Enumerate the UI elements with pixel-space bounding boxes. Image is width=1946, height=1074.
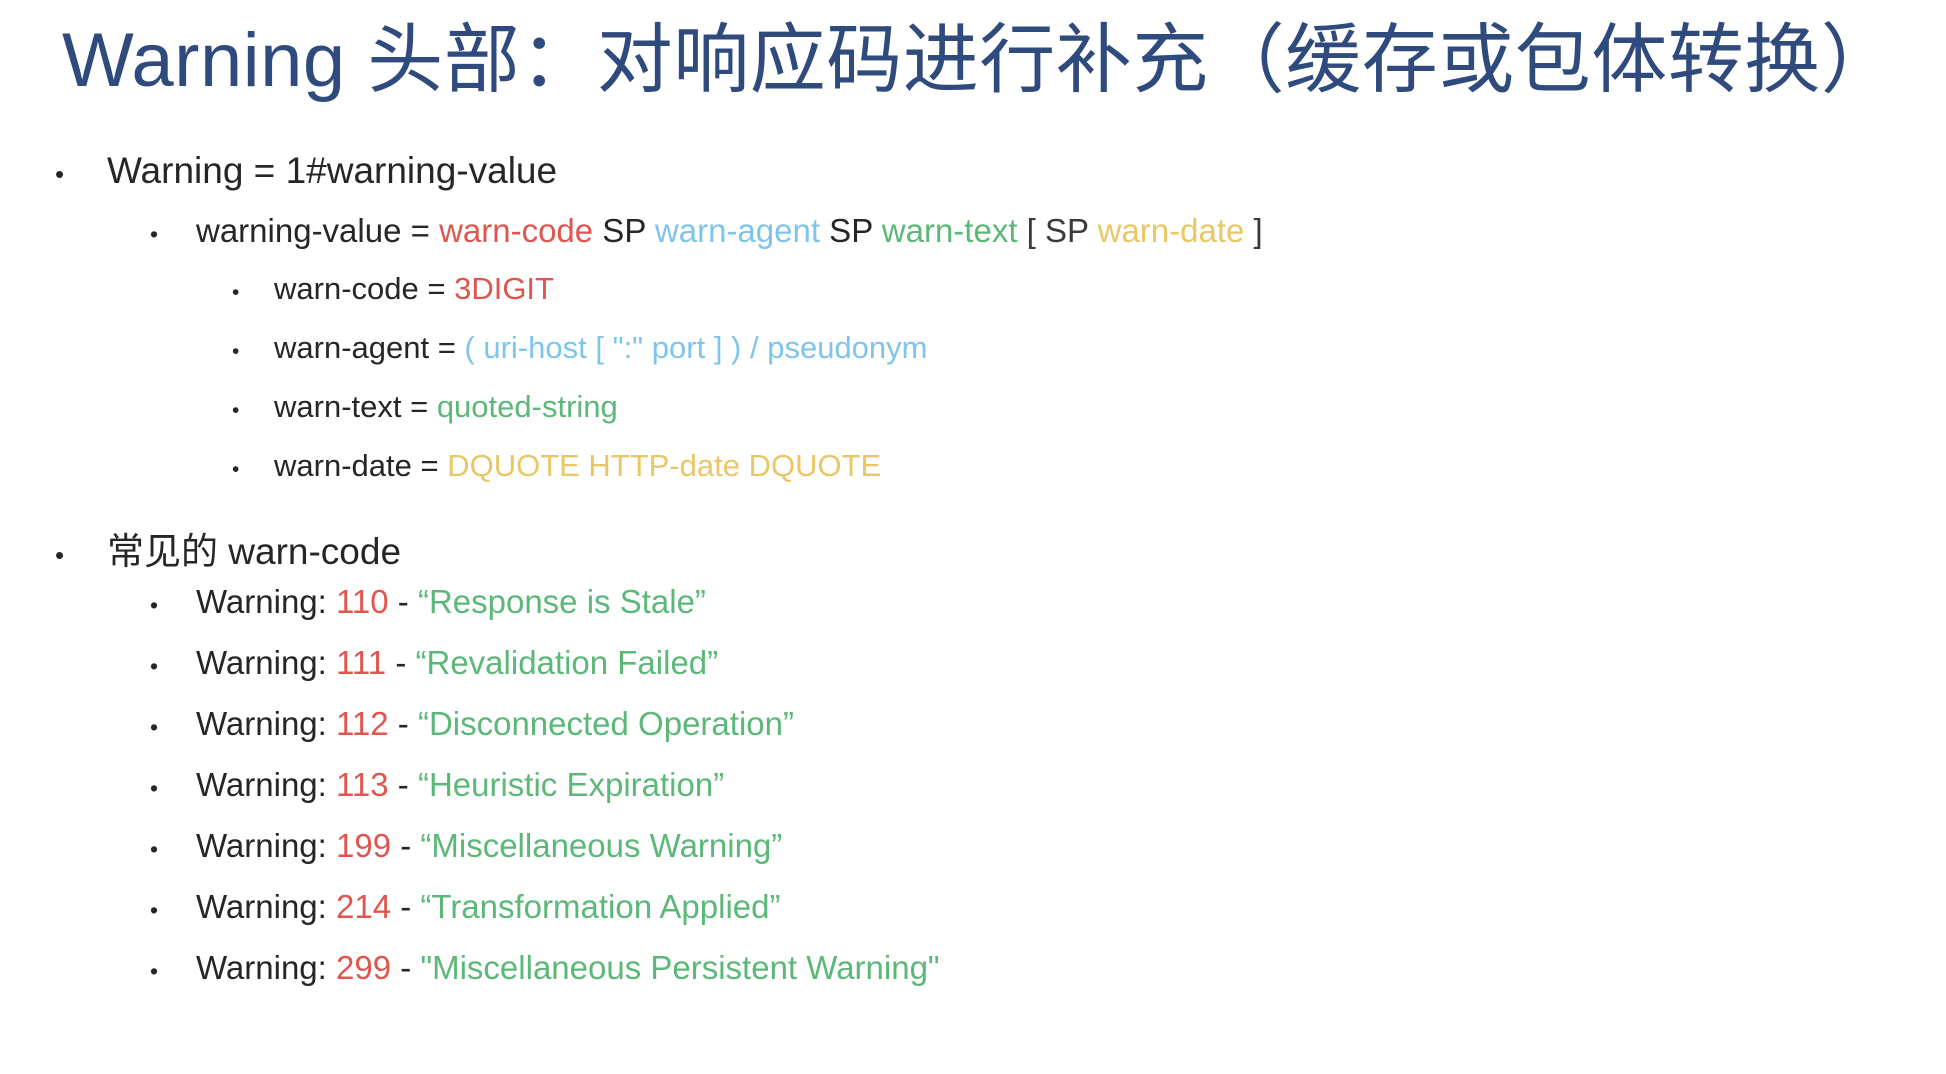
def-warn-agent-value: ( uri-host [ ":" port ] ) / pseudonym — [464, 330, 928, 365]
warning-code-line: Warning: 299 - "Miscellaneous Persistent… — [196, 949, 940, 987]
warning-code-prefix: Warning: — [196, 766, 336, 803]
token-sp-1: SP — [593, 212, 655, 249]
warning-code-message: “Revalidation Failed” — [415, 644, 719, 681]
warning-code-dash: - — [388, 705, 418, 742]
bullet-marker-icon: • — [150, 714, 159, 740]
list-item: • Warning: 299 - "Miscellaneous Persiste… — [0, 949, 1946, 1010]
def-warn-agent-prefix: warn-agent = — [274, 330, 465, 365]
warning-code-prefix: Warning: — [196, 583, 336, 620]
warning-code-line: Warning: 111 - “Revalidation Failed” — [196, 644, 718, 682]
bullet-marker-icon: • — [150, 653, 159, 679]
bullet-def-warn-text: • warn-text = quoted-string — [0, 389, 1946, 448]
bullet-def-warn-code: • warn-code = 3DIGIT — [0, 271, 1946, 330]
warning-code-prefix: Warning: — [196, 827, 336, 864]
warning-code-dash: - — [391, 827, 421, 864]
warning-code-line: Warning: 113 - “Heuristic Expiration” — [196, 766, 724, 804]
bullet-marker-icon: • — [55, 540, 65, 570]
token-sp-2: SP — [820, 212, 882, 249]
bullet-marker-icon: • — [150, 775, 159, 801]
warning-code-number: 110 — [336, 583, 389, 620]
token-warn-code: warn-code — [439, 212, 594, 249]
token-warn-agent: warn-agent — [654, 212, 821, 249]
def-warn-date-text: warn-date = DQUOTE HTTP-date DQUOTE — [274, 448, 881, 484]
warning-code-dash: - — [391, 888, 421, 925]
warning-value-prefix: warning-value = — [196, 212, 440, 249]
warning-code-number: 214 — [336, 888, 392, 925]
bullet-common-codes-heading: • 常见的 warn-code — [0, 521, 1946, 583]
warning-code-dash: - — [388, 583, 418, 620]
list-item: • Warning: 113 - “Heuristic Expiration” — [0, 766, 1946, 827]
bullet-marker-icon: • — [232, 458, 240, 481]
token-warn-date: warn-date — [1097, 212, 1245, 249]
def-warn-code-text: warn-code = 3DIGIT — [274, 271, 554, 307]
bullet-marker-icon: • — [232, 340, 240, 363]
bullet-warning-value-rule: • warning-value = warn-code SP warn-agen… — [0, 212, 1946, 271]
warning-code-number: 112 — [336, 705, 389, 742]
warning-code-line: Warning: 214 - “Transformation Applied” — [196, 888, 781, 926]
list-item: • Warning: 214 - “Transformation Applied… — [0, 888, 1946, 949]
warning-code-line: Warning: 110 - “Response is Stale” — [196, 583, 706, 621]
slide: Warning 头部：对响应码进行补充（缓存或包体转换） • Warning =… — [0, 0, 1946, 1074]
def-warn-date-prefix: warn-date = — [274, 448, 448, 483]
warning-code-line: Warning: 199 - “Miscellaneous Warning” — [196, 827, 782, 865]
bullet-def-warn-agent: • warn-agent = ( uri-host [ ":" port ] )… — [0, 330, 1946, 389]
warning-code-message: "Miscellaneous Persistent Warning" — [420, 949, 940, 986]
slide-body: • Warning = 1#warning-value • warning-va… — [0, 150, 1946, 1010]
def-warn-date-value: DQUOTE HTTP-date DQUOTE — [447, 448, 882, 483]
bullet-marker-icon: • — [232, 399, 240, 422]
page-title: Warning 头部：对响应码进行补充（缓存或包体转换） — [62, 18, 1898, 103]
def-warn-code-prefix: warn-code = — [274, 271, 455, 306]
bullet-marker-icon: • — [150, 592, 159, 618]
warning-rule-text: Warning = 1#warning-value — [107, 150, 558, 191]
warning-code-message: “Miscellaneous Warning” — [420, 827, 783, 864]
token-warn-text: warn-text — [881, 212, 1018, 249]
warning-code-prefix: Warning: — [196, 888, 336, 925]
list-item: • Warning: 111 - “Revalidation Failed” — [0, 644, 1946, 705]
token-bracket-close: ] — [1244, 212, 1263, 249]
warning-code-dash: - — [391, 949, 421, 986]
common-codes-heading-text: 常见的 warn-code — [107, 531, 402, 572]
warning-code-prefix: Warning: — [196, 705, 336, 742]
warning-code-number: 111 — [336, 644, 387, 681]
warning-code-message: “Heuristic Expiration” — [417, 766, 725, 803]
list-item: • Warning: 112 - “Disconnected Operation… — [0, 705, 1946, 766]
def-warn-text-prefix: warn-text = — [274, 389, 437, 424]
bullet-def-warn-date: • warn-date = DQUOTE HTTP-date DQUOTE — [0, 448, 1946, 507]
def-warn-agent-text: warn-agent = ( uri-host [ ":" port ] ) /… — [274, 330, 927, 366]
bullet-marker-icon: • — [232, 281, 240, 304]
warning-code-dash: - — [388, 766, 418, 803]
warning-code-number: 113 — [336, 766, 389, 803]
warning-code-message: “Transformation Applied” — [420, 888, 781, 925]
warning-code-message: “Disconnected Operation” — [417, 705, 794, 742]
bullet-marker-icon: • — [150, 897, 159, 923]
def-warn-text-text: warn-text = quoted-string — [274, 389, 618, 425]
bullet-marker-icon: • — [150, 958, 159, 984]
warning-code-message: “Response is Stale” — [417, 583, 706, 620]
warning-value-rule-text: warning-value = warn-code SP warn-agent … — [196, 212, 1263, 250]
list-item: • Warning: 110 - “Response is Stale” — [0, 583, 1946, 644]
warning-code-line: Warning: 112 - “Disconnected Operation” — [196, 705, 794, 743]
warning-code-number: 299 — [336, 949, 392, 986]
warning-code-number: 199 — [336, 827, 392, 864]
def-warn-code-value: 3DIGIT — [454, 271, 554, 306]
token-bracket-open: [ SP — [1017, 212, 1098, 249]
bullet-warning-rule: • Warning = 1#warning-value — [0, 150, 1946, 212]
def-warn-text-value: quoted-string — [436, 389, 618, 424]
warning-code-prefix: Warning: — [196, 949, 336, 986]
bullet-marker-icon: • — [55, 159, 65, 189]
bullet-marker-icon: • — [150, 836, 159, 862]
bullet-marker-icon: • — [150, 221, 159, 247]
warning-code-prefix: Warning: — [196, 644, 336, 681]
warning-code-dash: - — [386, 644, 416, 681]
list-item: • Warning: 199 - “Miscellaneous Warning” — [0, 827, 1946, 888]
